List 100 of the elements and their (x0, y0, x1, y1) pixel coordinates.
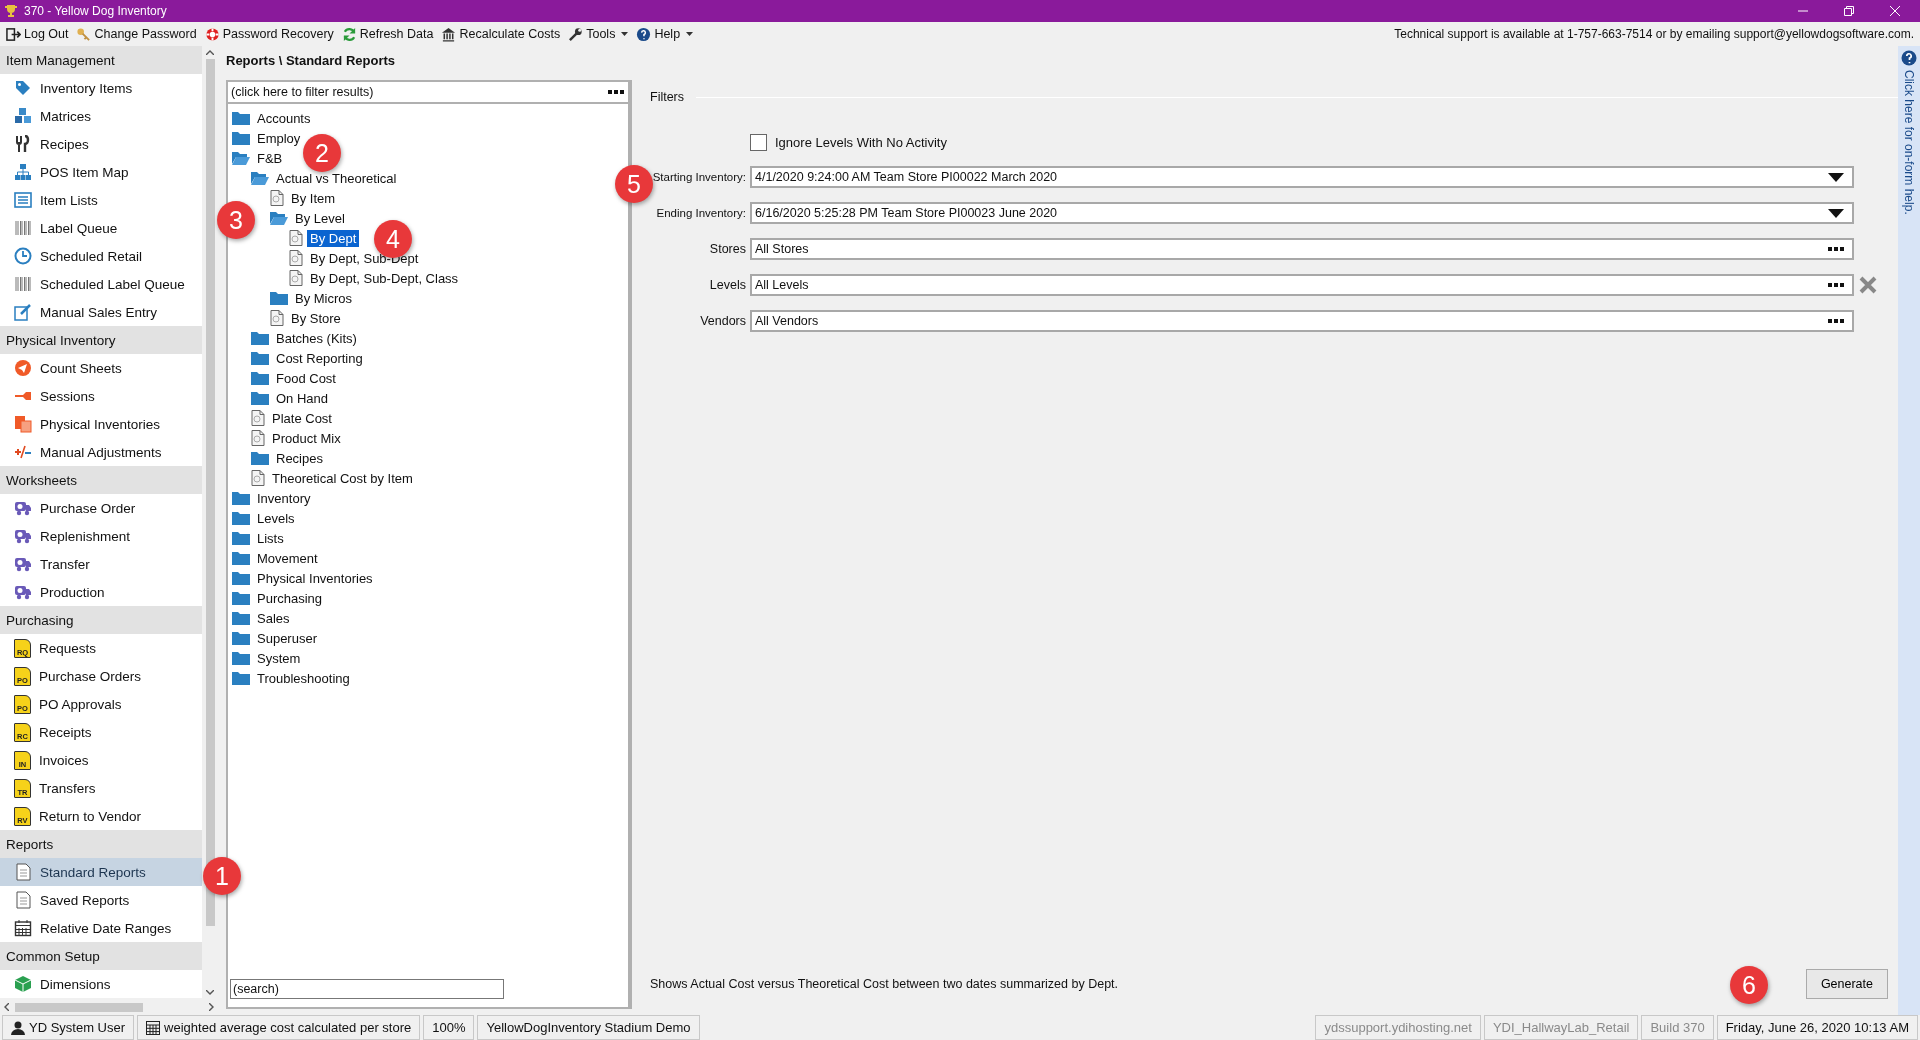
nav-item[interactable]: Standard Reports (0, 858, 202, 886)
tree-item[interactable]: Accounts (254, 109, 314, 127)
more-icon[interactable] (1828, 247, 1844, 251)
cube-icon (14, 975, 32, 993)
tree-item[interactable]: F&B (254, 149, 286, 167)
dropdown-arrow-icon[interactable] (1828, 208, 1844, 218)
nav-item[interactable]: Transfer (0, 550, 202, 578)
logout-icon[interactable] (6, 26, 21, 42)
nav-item[interactable]: POS Item Map (0, 158, 202, 186)
tree-item[interactable]: Employ (254, 129, 304, 147)
nav-item[interactable]: Item Lists (0, 186, 202, 214)
lifebuoy-icon[interactable] (204, 26, 220, 42)
nav-item[interactable]: Scheduled Retail (0, 242, 202, 270)
tree-item[interactable]: System (254, 649, 304, 667)
menu-button[interactable]: Help (632, 25, 698, 43)
tree-item[interactable]: Movement (254, 549, 321, 567)
tree-item[interactable]: By Dept (307, 229, 360, 247)
report-icon (289, 270, 303, 286)
restore-icon[interactable] (1844, 6, 1854, 16)
toolbar-button[interactable]: Log Out (2, 25, 73, 43)
nav-item[interactable]: Manual Adjustments (0, 438, 202, 466)
more-icon[interactable] (608, 90, 624, 94)
checkbox[interactable] (750, 134, 767, 151)
scroll-right-icon[interactable] (209, 1003, 214, 1011)
generate-button[interactable]: Generate (1805, 969, 1888, 999)
tree-item[interactable]: Food Cost (273, 369, 339, 387)
tree-item[interactable]: Sales (254, 609, 293, 627)
tree-item[interactable]: Actual vs Theoretical (273, 169, 400, 187)
dropdown[interactable]: 6/16/2020 5:25:28 PM Team Store PI00023 June 2020 (750, 202, 1854, 224)
clear-icon[interactable] (1859, 276, 1877, 294)
nav-item[interactable]: Production (0, 578, 202, 606)
nav-item[interactable]: Matrices (0, 102, 202, 130)
wrench-icon[interactable] (568, 26, 584, 42)
nav-section-header: Item Management (0, 46, 202, 74)
tree-item[interactable]: Cost Reporting (273, 349, 366, 367)
caret-icon[interactable] (686, 32, 694, 36)
scroll-up-icon[interactable] (206, 50, 214, 55)
nav-item[interactable]: Purchase Order (0, 494, 202, 522)
bank-icon[interactable] (441, 26, 457, 42)
search-field[interactable]: (search) (230, 979, 504, 999)
tree-item[interactable]: By Micros (292, 289, 356, 307)
tree-item[interactable]: Superuser (254, 629, 320, 647)
scroll-down-icon[interactable] (206, 990, 214, 995)
toolbar-button[interactable]: Recalculate Costs (437, 25, 565, 43)
help-strip[interactable]: Click here for on-form help. (1898, 46, 1920, 1015)
paper-plane-icon (14, 359, 32, 377)
toolbar-button[interactable]: Refresh Data (337, 25, 438, 43)
tree-item[interactable]: By Store (288, 309, 344, 327)
tree-item[interactable]: Lists (254, 529, 287, 547)
scroll-left-icon[interactable] (4, 1003, 9, 1011)
nav-item[interactable]: Manual Sales Entry (0, 298, 202, 326)
nav-item[interactable]: Recipes (0, 130, 202, 158)
nav-item[interactable]: Relative Date Ranges (0, 914, 202, 942)
filter-field[interactable]: (click here to filter results) (231, 85, 608, 99)
fork-knife-icon (14, 135, 32, 153)
dropdown[interactable]: 4/1/2020 9:24:00 AM Team Store PI00022 March 2020 (750, 166, 1854, 188)
tree-item[interactable]: By Item (288, 189, 339, 207)
report-icon (14, 863, 32, 881)
tree-item[interactable]: Product Mix (269, 429, 344, 447)
tree-item[interactable]: Troubleshooting (254, 669, 353, 687)
picker-field[interactable]: All Vendors (750, 310, 1854, 332)
tree-item[interactable]: Theoretical Cost by Item (269, 469, 416, 487)
help-icon[interactable] (636, 26, 652, 42)
tree-item[interactable]: Inventory (254, 489, 314, 507)
toolbar-button[interactable]: Password Recovery (200, 25, 338, 43)
tree-item[interactable]: Levels (254, 509, 298, 527)
nav-item[interactable]: Dimensions (0, 970, 202, 998)
tree-item[interactable]: By Dept, Sub-Dept, Class (307, 269, 462, 287)
more-icon[interactable] (1828, 283, 1844, 287)
more-icon[interactable] (1828, 319, 1844, 323)
refresh-icon[interactable] (341, 26, 357, 42)
help-link[interactable]: Click here for on-form help. (1902, 70, 1916, 215)
nav-item[interactable]: Sessions (0, 382, 202, 410)
caret-icon[interactable] (621, 32, 629, 36)
nav-item[interactable]: Replenishment (0, 522, 202, 550)
nav-section-header: Common Setup (0, 942, 202, 970)
dropdown-arrow-icon[interactable] (1828, 172, 1844, 182)
nav-item[interactable]: Scheduled Label Queue (0, 270, 202, 298)
tree-item[interactable]: Purchasing (254, 589, 326, 607)
status-item: 100% (423, 1015, 475, 1040)
picker-field[interactable]: All Stores (750, 238, 1854, 260)
menu-button[interactable]: Tools (564, 25, 633, 43)
close-icon[interactable] (1890, 6, 1900, 16)
tree-item[interactable]: Recipes (273, 449, 326, 467)
truck-icon (14, 527, 32, 545)
help-icon[interactable] (1901, 50, 1917, 66)
tree-item[interactable]: On Hand (273, 389, 332, 407)
toolbar-button[interactable]: Change Password (72, 25, 201, 43)
nav-item[interactable]: Saved Reports (0, 886, 202, 914)
section-title: Filters (650, 90, 685, 104)
tree-item[interactable]: By Level (292, 209, 348, 227)
nav-item[interactable]: Physical Inventories (0, 410, 202, 438)
tree-item[interactable]: Physical Inventories (254, 569, 376, 587)
nav-item[interactable]: Label Queue (0, 214, 202, 242)
nav-item[interactable]: Inventory Items (0, 74, 202, 102)
tree-item[interactable]: Plate Cost (269, 409, 335, 427)
tree-item[interactable]: Batches (Kits) (273, 329, 360, 347)
nav-item[interactable]: Count Sheets (0, 354, 202, 382)
nav-section-header: Reports (0, 830, 202, 858)
picker-field[interactable]: All Levels (750, 274, 1854, 296)
